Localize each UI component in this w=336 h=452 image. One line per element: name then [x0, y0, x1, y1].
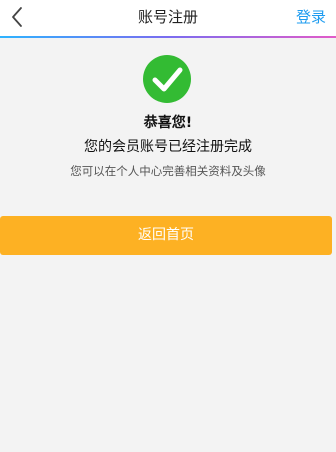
header-gradient-divider [0, 36, 336, 38]
registration-complete-message: 您的会员账号已经注册完成 [84, 139, 252, 155]
return-home-button[interactable]: 返回首页 [0, 216, 332, 255]
page-title: 账号注册 [137, 8, 198, 26]
profile-hint-text: 您可以在个人中心完善相关资料及头像 [70, 164, 266, 178]
registration-success-page: 账号注册 登录 恭喜您! 您的会员账号已经注册完成 您可以在个人中心完善相关资料… [0, 0, 336, 452]
congrats-text: 恭喜您! [143, 115, 193, 131]
check-circle-icon [143, 55, 191, 103]
login-link[interactable]: 登录 [296, 0, 326, 36]
top-navigation-bar: 账号注册 登录 [0, 0, 336, 36]
